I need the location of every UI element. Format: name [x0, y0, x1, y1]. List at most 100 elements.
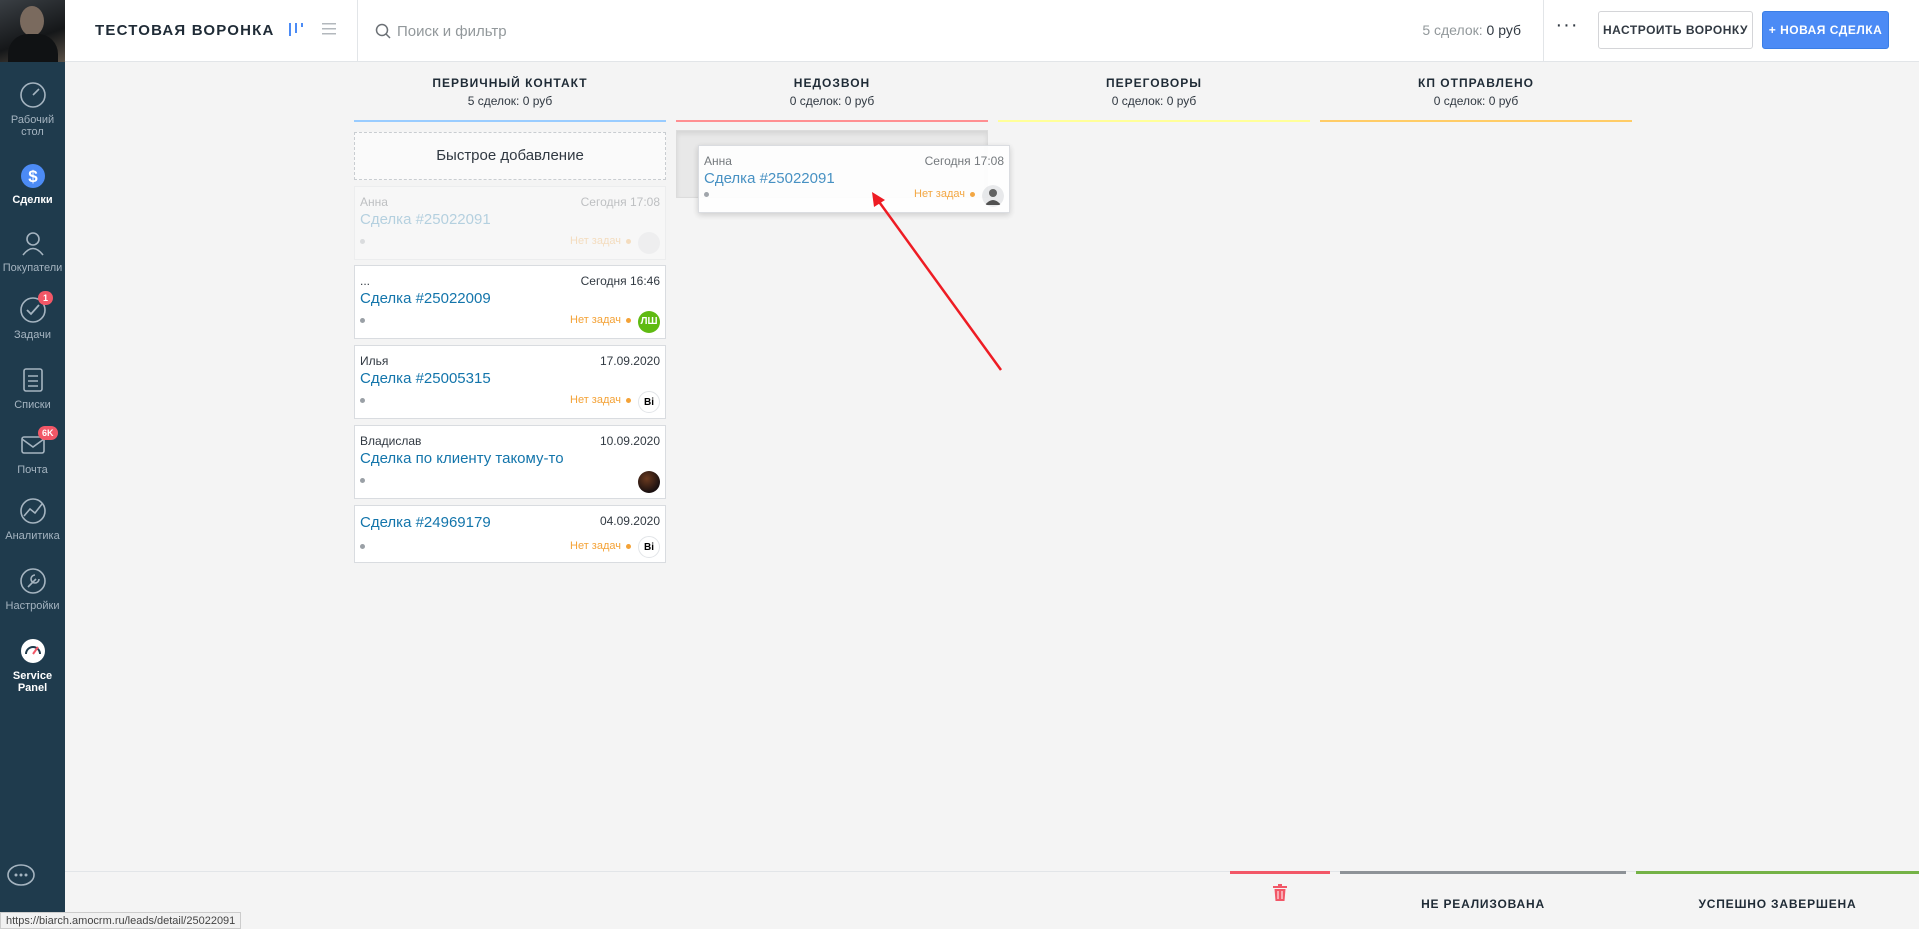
- card-task-status[interactable]: Нет задач: [570, 314, 631, 326]
- more-options-button[interactable]: ···: [1555, 15, 1579, 42]
- nav-deals[interactable]: $ Сделки: [0, 160, 65, 206]
- deal-card[interactable]: ... Сегодня 16:46 Сделка #25022009 Нет з…: [354, 265, 666, 339]
- status-dot: [360, 239, 365, 244]
- summary-count: 5 сделок:: [1422, 22, 1483, 38]
- tasks-badge: 1: [38, 291, 53, 305]
- lost-zone-bar: [1340, 871, 1626, 874]
- card-date: 04.09.2020: [599, 514, 660, 528]
- card-deal-name[interactable]: Сделка #25022009: [360, 290, 491, 307]
- user-avatar-photo: [638, 471, 660, 493]
- nav-label: Service Panel: [12, 670, 53, 694]
- nav-settings[interactable]: Настройки: [0, 566, 65, 612]
- column-count: 0 сделок:: [1111, 94, 1164, 108]
- chat-icon[interactable]: [6, 861, 36, 891]
- card-task-status[interactable]: Нет задач: [570, 540, 631, 552]
- card-contact: Анна: [360, 195, 388, 209]
- column-amount: 0 руб: [1166, 94, 1197, 108]
- card-date: 10.09.2020: [599, 434, 660, 448]
- deal-card[interactable]: Илья 17.09.2020 Сделка #25005315 Нет зад…: [354, 345, 666, 419]
- setup-pipeline-button[interactable]: НАСТРОИТЬ ВОРОНКУ: [1598, 11, 1753, 49]
- user-avatar: ЛШ: [638, 311, 660, 333]
- card-contact: ...: [360, 274, 371, 288]
- card-date: Сегодня 17:08: [580, 195, 660, 209]
- column-primary-contact: ПЕРВИЧНЫЙ КОНТАКТ 5 сделок: 0 руб: [354, 76, 666, 122]
- card-deal-name[interactable]: Сделка #24969179: [360, 514, 491, 531]
- status-dot: [360, 318, 365, 323]
- column-summary: 0 сделок: 0 руб: [676, 94, 988, 108]
- column-color-bar: [1320, 120, 1632, 122]
- won-zone-bar: [1636, 871, 1919, 874]
- column-amount: 0 руб: [1488, 94, 1519, 108]
- card-deal-name: Сделка #25022091: [360, 211, 491, 228]
- user-avatar-icon: [638, 232, 660, 254]
- column-title: КП ОТПРАВЛЕНО: [1418, 76, 1534, 90]
- card-deal-name[interactable]: Сделка #25022091: [704, 170, 835, 187]
- card-date: Сегодня 16:46: [580, 274, 660, 288]
- card-deal-name[interactable]: Сделка по клиенту такому-то: [360, 450, 564, 467]
- list-view-icon[interactable]: [320, 20, 338, 38]
- column-title: ПЕРВИЧНЫЙ КОНТАКТ: [432, 76, 588, 90]
- column-summary: 5 сделок: 0 руб: [354, 94, 666, 108]
- deal-card[interactable]: Сделка #24969179 04.09.2020 Нет задач Bi: [354, 505, 666, 563]
- card-contact: Владислав: [360, 434, 422, 448]
- browser-status-url: https://biarch.amocrm.ru/leads/detail/25…: [0, 912, 242, 929]
- search-input[interactable]: [397, 22, 857, 40]
- pipeline-summary: 5 сделок: 0 руб: [1422, 22, 1521, 38]
- status-dot: [360, 478, 365, 483]
- column-amount: 0 руб: [844, 94, 875, 108]
- delete-drop-zone[interactable]: [1230, 871, 1330, 929]
- nav-dashboard[interactable]: Рабочий стол: [0, 80, 65, 138]
- pipeline-view-icon[interactable]: [287, 20, 305, 38]
- service-panel-icon: [20, 639, 45, 663]
- quick-add-button[interactable]: Быстрое добавление: [354, 132, 666, 180]
- nav-analytics[interactable]: Аналитика: [0, 496, 65, 542]
- nav-customers[interactable]: Покупатели: [0, 228, 65, 274]
- column-no-answer: НЕДОЗВОН 0 сделок: 0 руб: [676, 76, 988, 122]
- nav-label: Покупатели: [2, 262, 63, 274]
- won-drop-zone[interactable]: УСПЕШНО ЗАВЕРШЕНА: [1636, 871, 1919, 929]
- dashboard-icon: [19, 82, 46, 108]
- svg-text:$: $: [28, 167, 38, 186]
- header-divider: [1543, 0, 1544, 62]
- deals-icon: $: [20, 164, 45, 188]
- search-bar[interactable]: [375, 20, 875, 42]
- column-count: 0 сделок:: [1433, 94, 1486, 108]
- column-count: 5 сделок:: [467, 94, 520, 108]
- nav-mail[interactable]: 6K Почта: [0, 426, 65, 476]
- card-task-status: Нет задач: [570, 235, 631, 247]
- column-color-bar: [676, 120, 988, 122]
- lost-drop-zone[interactable]: НЕ РЕАЛИЗОВАНА: [1340, 871, 1626, 929]
- header-divider: [357, 0, 358, 62]
- lost-label: НЕ РЕАЛИЗОВАНА: [1421, 897, 1545, 911]
- column-color-bar: [354, 120, 666, 122]
- card-contact: Анна: [704, 154, 732, 168]
- nav-label: Сделки: [12, 194, 53, 206]
- card-deal-name[interactable]: Сделка #25005315: [360, 370, 491, 387]
- card-date: Сегодня 17:08: [924, 154, 1004, 168]
- nav-label: Настройки: [5, 600, 60, 612]
- nav-service-panel[interactable]: Service Panel: [0, 636, 65, 694]
- new-deal-button[interactable]: + НОВАЯ СДЕЛКА: [1762, 11, 1889, 49]
- nav-label: Списки: [14, 399, 51, 411]
- deal-card-placeholder: Анна Сегодня 17:08 Сделка #25022091 Нет …: [354, 186, 666, 260]
- delete-zone-bar: [1230, 871, 1330, 874]
- card-task-status[interactable]: Нет задач: [570, 394, 631, 406]
- won-label: УСПЕШНО ЗАВЕРШЕНА: [1698, 897, 1857, 911]
- nav-tasks[interactable]: 1 Задачи: [0, 291, 65, 341]
- customers-icon: [21, 232, 44, 256]
- column-negotiations: ПЕРЕГОВОРЫ 0 сделок: 0 руб: [998, 76, 1310, 122]
- nav-label: Задачи: [14, 329, 51, 341]
- column-color-bar: [998, 120, 1310, 122]
- pipeline-title: ТЕСТОВАЯ ВОРОНКА: [95, 22, 275, 39]
- column-title: НЕДОЗВОН: [793, 76, 871, 90]
- status-dot: [360, 398, 365, 403]
- card-date: 17.09.2020: [599, 354, 660, 368]
- search-icon: [375, 23, 391, 39]
- annotation-arrow-icon: [872, 192, 1003, 371]
- status-dot: [704, 192, 709, 197]
- top-header: ТЕСТОВАЯ ВОРОНКА 5 сделок: 0 руб ··· НАС…: [65, 0, 1919, 62]
- nav-lists[interactable]: Списки: [0, 365, 65, 411]
- user-avatar: Bi: [638, 391, 660, 413]
- deal-card[interactable]: Владислав 10.09.2020 Сделка по клиенту т…: [354, 425, 666, 499]
- user-avatar[interactable]: [0, 0, 65, 62]
